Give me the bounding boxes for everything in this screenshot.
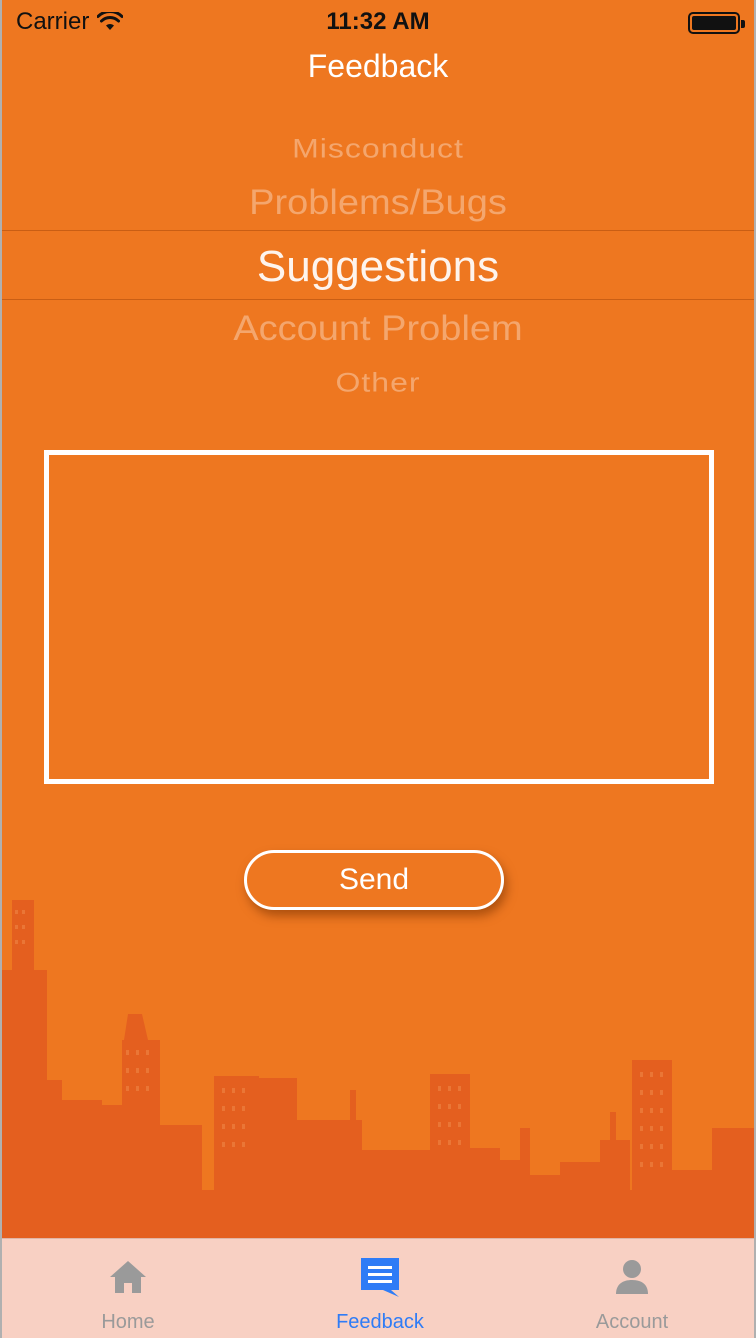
picker-selection-top-line: [2, 230, 754, 231]
status-time: 11:32 AM: [326, 8, 430, 35]
picker-option-misconduct[interactable]: Misconduct: [2, 133, 754, 164]
send-button[interactable]: Send: [244, 850, 504, 910]
tab-account[interactable]: Account: [506, 1239, 754, 1338]
category-picker[interactable]: Misconduct Problems/Bugs Suggestions Acc…: [2, 120, 754, 410]
picker-option-problems-bugs[interactable]: Problems/Bugs: [2, 184, 754, 224]
picker-option-suggestions-selected[interactable]: Suggestions: [2, 242, 754, 292]
tab-home[interactable]: Home: [2, 1239, 254, 1338]
battery-fill: [692, 16, 736, 30]
picker-option-account-problem[interactable]: Account Problem: [2, 310, 754, 350]
picker-option-other[interactable]: Other: [2, 367, 754, 398]
tab-account-label: Account: [595, 1311, 669, 1333]
picker-selection-bottom-line: [2, 299, 754, 300]
feedback-screen: Carrier 11:32 AM Feedback Misconduct Pro…: [0, 0, 756, 1338]
feedback-icon: [358, 1255, 402, 1299]
battery-icon: [688, 12, 745, 34]
tab-bar: Home Feedback Account: [2, 1238, 754, 1338]
home-icon: [106, 1255, 150, 1299]
page-title: Feedback: [307, 48, 449, 84]
account-icon: [610, 1255, 654, 1299]
city-skyline-illustration: [2, 900, 754, 1240]
status-bar: Carrier 11:32 AM: [2, 0, 754, 44]
feedback-text-area[interactable]: [44, 450, 714, 784]
tab-feedback-label: Feedback: [336, 1311, 424, 1333]
tab-home-label: Home: [101, 1311, 155, 1333]
tab-feedback[interactable]: Feedback: [254, 1239, 506, 1338]
